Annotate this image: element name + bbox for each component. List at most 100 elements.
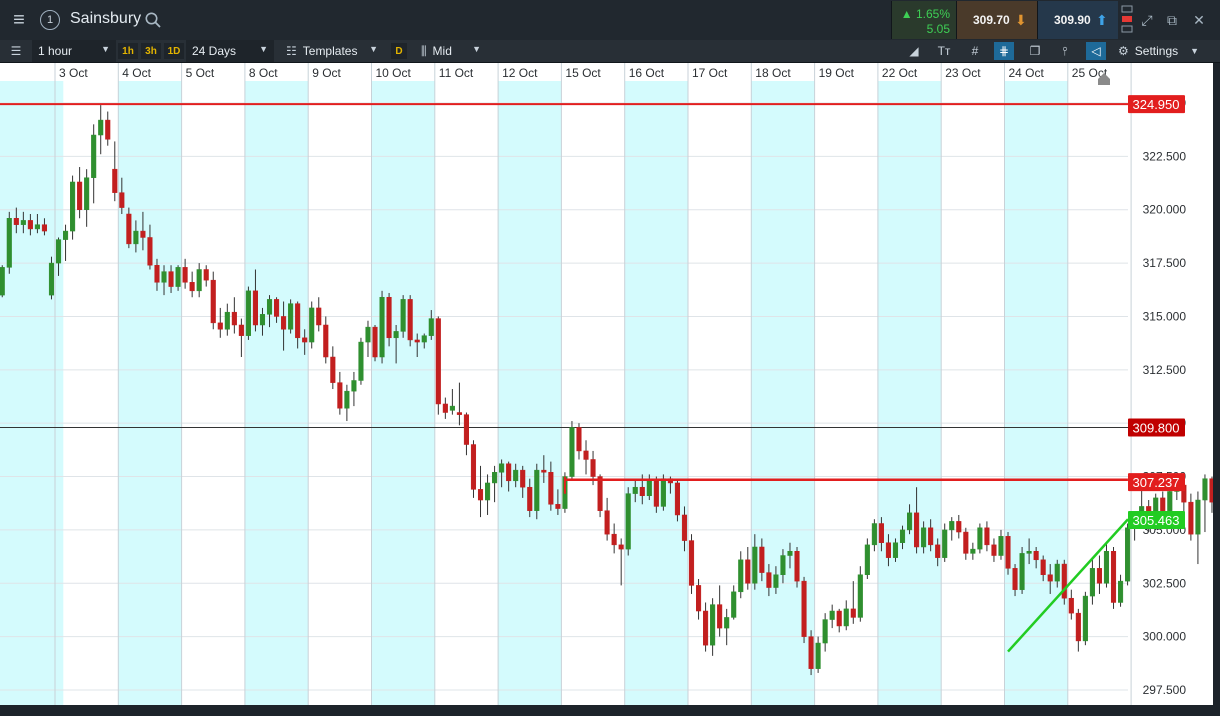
resize-icon[interactable] xyxy=(1120,4,1134,36)
candle-body xyxy=(400,299,406,332)
list-icon[interactable]: ☰ xyxy=(6,42,26,60)
candle-body xyxy=(703,610,709,646)
chevron-down-icon: ▼ xyxy=(472,44,481,54)
instrument-name[interactable]: Sainsbury xyxy=(70,10,141,28)
candle-body xyxy=(618,544,624,550)
candle-body xyxy=(871,523,877,546)
draw-line-icon[interactable]: ◢ xyxy=(904,42,924,60)
candle-body xyxy=(161,271,167,283)
candle-body xyxy=(527,486,533,511)
candle-body xyxy=(752,546,758,584)
session-band xyxy=(244,81,309,711)
candle-body xyxy=(379,296,385,358)
copy-icon[interactable]: ❐ xyxy=(1025,42,1045,60)
price-type-value: Mid xyxy=(432,44,452,58)
candle-body xyxy=(597,476,603,511)
menu-icon[interactable]: ≡ xyxy=(6,5,32,35)
candle-body xyxy=(309,307,315,343)
session-band xyxy=(1004,81,1068,711)
candles-icon: ⫼ xyxy=(421,43,427,58)
candle-body xyxy=(1019,553,1025,590)
date-tick-label: 18 Oct xyxy=(755,66,791,80)
sell-button[interactable]: 309.70 ⬇ xyxy=(956,1,1037,39)
candle-body xyxy=(147,237,153,266)
candle-body xyxy=(456,412,462,415)
d-toggle[interactable]: D xyxy=(391,43,407,59)
candle-body xyxy=(1167,491,1173,511)
candle-body xyxy=(499,463,505,473)
candle-body xyxy=(477,489,484,501)
close-icon[interactable]: ✕ xyxy=(1190,11,1208,29)
expand-icon[interactable]: ⤢ xyxy=(1138,11,1156,29)
quick-interval-1h[interactable]: 1h xyxy=(118,43,138,59)
chart-area[interactable]: 3 Oct 4 Oct 5 Oct 8 Oct 9 Oct 10 Oct 11 Oct 12 … xyxy=(0,63,1220,711)
candle-body xyxy=(942,529,948,558)
range-dropdown[interactable]: 24 Days ▼ xyxy=(186,40,274,62)
candle-body xyxy=(20,220,26,225)
settings-button[interactable]: ⚙ Settings ▼ xyxy=(1118,40,1199,62)
candle-type-icon[interactable]: ⫯ xyxy=(1055,42,1075,60)
candle-body xyxy=(463,414,469,445)
candle-body xyxy=(520,469,526,488)
price-type-dropdown[interactable]: ⫼ Mid ▼ xyxy=(415,40,487,62)
info-circle-icon[interactable]: 1 xyxy=(38,5,62,35)
candle-body xyxy=(773,574,779,588)
top-bar: ≡ 1 Sainsbury ▲ 1.65% 5.05 309.70 ⬇ 309.… xyxy=(0,0,1220,41)
candle-body xyxy=(344,390,350,409)
candle-body xyxy=(133,230,139,245)
chevron-down-icon: ▼ xyxy=(369,44,378,54)
price-tag-icon[interactable]: ◁ xyxy=(1086,42,1106,60)
candle-body xyxy=(168,271,174,287)
candle-body xyxy=(935,544,941,558)
grid-icon[interactable]: # xyxy=(965,42,985,60)
candlestick-chart[interactable]: 3 Oct 4 Oct 5 Oct 8 Oct 9 Oct 10 Oct 11 Oct 12 … xyxy=(0,63,1220,711)
quick-interval-1d[interactable]: 1D xyxy=(164,43,184,59)
search-icon[interactable] xyxy=(144,11,162,29)
candle-body xyxy=(878,523,884,543)
candle-body xyxy=(189,282,195,292)
session-band xyxy=(118,81,182,711)
buy-button[interactable]: 309.90 ⬆ xyxy=(1037,1,1118,39)
candle-body xyxy=(259,314,266,326)
candle-body xyxy=(963,531,969,554)
candle-body xyxy=(991,544,997,556)
candle-body xyxy=(288,303,294,330)
candle-body xyxy=(245,290,251,336)
candle-body xyxy=(470,444,477,490)
candle-body xyxy=(421,335,427,343)
bottom-edge xyxy=(0,705,1220,711)
templates-dropdown[interactable]: ☷ Templates ▼ xyxy=(280,40,384,62)
chevron-down-icon: ▼ xyxy=(259,44,268,54)
candle-body xyxy=(351,380,357,392)
candle-body xyxy=(534,469,540,511)
date-tick-label: 23 Oct xyxy=(945,66,981,80)
price-tick-label: 322.500 xyxy=(1143,149,1187,163)
text-size-icon[interactable]: Tт xyxy=(934,42,954,60)
date-tick-label: 10 Oct xyxy=(376,66,412,80)
candle-body xyxy=(34,224,40,230)
candle-body xyxy=(105,119,111,140)
candle-body xyxy=(63,230,69,240)
price-tick-label: 297.500 xyxy=(1143,683,1187,697)
arrow-up-icon: ⬆ xyxy=(1096,12,1108,28)
candle-body xyxy=(710,604,716,646)
interval-dropdown[interactable]: 1 hour ▼ xyxy=(32,40,116,62)
popout-icon[interactable]: ⧉ xyxy=(1163,11,1181,29)
chevron-down-icon: ▼ xyxy=(101,44,110,54)
date-tick-label: 15 Oct xyxy=(565,66,601,80)
right-edge xyxy=(1213,63,1220,711)
candle-body xyxy=(576,427,582,452)
candle-body xyxy=(27,220,33,230)
crosshair-grid-icon[interactable]: ⋕ xyxy=(994,42,1014,60)
candle-body xyxy=(998,536,1004,556)
candle-body xyxy=(238,324,244,336)
candle-body xyxy=(843,608,849,627)
sell-price: 309.70 xyxy=(973,13,1010,27)
candle-body xyxy=(6,218,12,268)
date-tick-label: 3 Oct xyxy=(59,66,88,80)
quick-interval-3h[interactable]: 3h xyxy=(141,43,161,59)
change-points: 5.05 xyxy=(926,22,950,36)
candle-body xyxy=(231,311,237,326)
candle-body xyxy=(759,546,765,573)
candle-body xyxy=(1012,568,1018,590)
